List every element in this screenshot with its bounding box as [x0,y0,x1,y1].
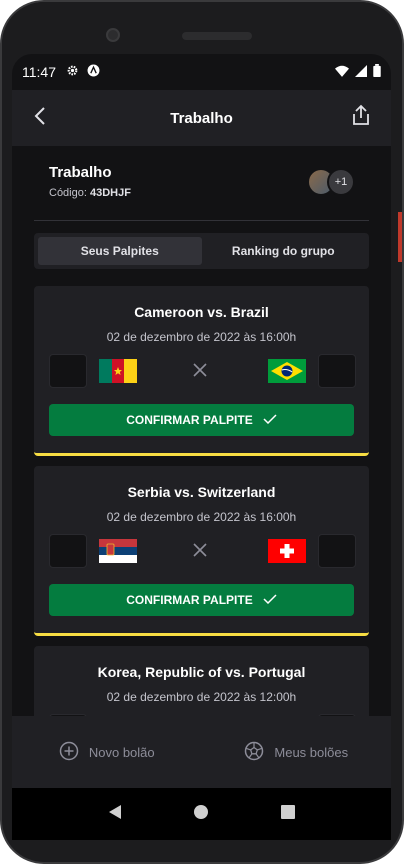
status-time: 11:47 [22,64,56,80]
versus-x-icon [192,542,208,563]
nav-label: Meus bolões [274,744,349,760]
extra-participants-badge: +1 [327,168,355,196]
game-card: Korea, Republic of vs. Portugal 02 de de… [34,646,369,716]
soccer-ball-icon [244,741,264,764]
back-triangle-icon[interactable] [108,804,122,825]
app-bar: Trabalho [12,90,391,146]
serbia-flag-icon [99,539,137,563]
status-bar: 11:47 [12,54,391,90]
confirm-guess-button[interactable]: CONFIRMAR PALPITE [49,584,354,616]
screen: 11:47 Trabalho Trabalho Código: 43DHJF +… [12,54,391,840]
game-date: 02 de dezembro de 2022 às 16:00h [106,330,297,344]
signal-icon [355,64,367,80]
tab-seus-palpites[interactable]: Seus Palpites [38,237,202,265]
confirm-guess-button[interactable]: CONFIRMAR PALPITE [49,404,354,436]
game-card: Cameroon vs. Brazil 02 de dezembro de 20… [34,286,369,456]
chevron-left-icon[interactable] [34,106,46,131]
brazil-flag-icon [268,359,306,383]
battery-icon [373,64,381,80]
participants-avatars[interactable]: +1 [307,168,355,196]
game-date: 02 de dezembro de 2022 às 16:00h [106,510,297,524]
home-circle-icon[interactable] [193,804,209,825]
score-row [49,354,356,388]
system-navigation-bar [12,788,391,840]
pool-content[interactable]: Trabalho Código: 43DHJF +1 Seus Palpites… [12,146,391,716]
tab-bar: Seus Palpites Ranking do grupo [34,233,369,269]
home-score-input[interactable] [49,534,87,568]
divider [34,220,369,221]
phone-top-bezel [2,2,402,54]
confirm-guess-label: CONFIRMAR PALPITE [126,593,253,607]
check-icon [263,593,277,607]
pool-header: Trabalho Código: 43DHJF [49,164,131,199]
page-title: Trabalho [170,109,233,127]
away-score-input[interactable] [318,534,356,568]
game-date: 02 de dezembro de 2022 às 12:00h [106,690,297,704]
side-button [398,212,402,262]
bottom-navigation: Novo bolão Meus bolões [12,716,391,788]
switzerland-flag-icon [268,539,306,563]
recents-square-icon[interactable] [281,804,296,824]
pool-name: Trabalho [49,164,112,181]
nav-label: Novo bolão [88,744,155,760]
pool-code: Código: 43DHJF [49,187,131,199]
earpiece-speaker [182,32,252,40]
check-icon [263,413,277,427]
nav-novo-bolao[interactable]: Novo bolão [12,716,202,788]
game-title: Serbia vs. Switzerland [127,484,276,500]
plus-circle-icon [59,741,79,764]
game-title: Korea, Republic of vs. Portugal [97,664,306,680]
cameroon-flag-icon [99,359,137,383]
score-row [49,534,356,568]
app-a-icon [87,64,100,80]
pool-code-value: 43DHJF [89,187,131,199]
front-camera [106,28,120,42]
wifi-icon [335,64,349,80]
share-icon[interactable] [351,104,371,131]
nav-meus-boloes[interactable]: Meus bolões [202,716,392,788]
phone-frame: 11:47 Trabalho Trabalho Código: 43DHJF +… [0,0,404,864]
home-score-input[interactable] [49,354,87,388]
confirm-guess-label: CONFIRMAR PALPITE [126,413,253,427]
tab-ranking-do-grupo[interactable]: Ranking do grupo [202,237,366,265]
game-title: Cameroon vs. Brazil [134,304,269,320]
gear-icon [66,64,79,80]
away-score-input[interactable] [318,354,356,388]
game-card: Serbia vs. Switzerland 02 de dezembro de… [34,466,369,636]
pool-code-label: Código: [49,187,87,199]
versus-x-icon [192,362,208,383]
